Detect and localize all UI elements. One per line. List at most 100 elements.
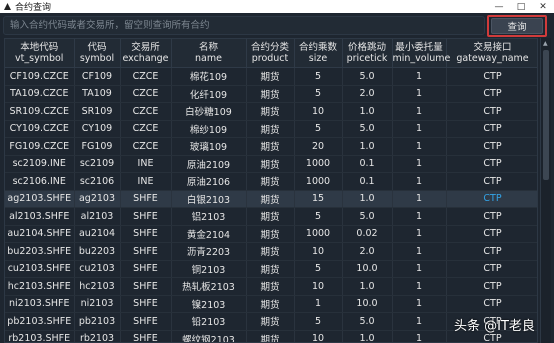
scrollbar-thumb[interactable]	[543, 50, 549, 180]
table-row[interactable]: FG109.CZCE FG109 CZCE 玻璃109 期货 20 1.0 1 CTP	[5, 137, 537, 156]
close-button[interactable]: ✕	[532, 0, 554, 13]
table-cell[interactable]: rb2103.SHFE	[5, 330, 75, 342]
table-cell[interactable]: CTP	[446, 225, 537, 243]
table-cell[interactable]: 期货	[246, 295, 295, 313]
table-cell[interactable]: 1000	[294, 225, 343, 243]
table-cell[interactable]: 0.1	[342, 155, 393, 173]
table-cell[interactable]: CTP	[446, 137, 537, 156]
table-row[interactable]: ni2103.SHFE ni2103 SHFE 镍2103 期货 1 10.0 1 CTP	[5, 295, 537, 313]
table-cell[interactable]: sc2109.INE	[5, 155, 75, 173]
minimize-button[interactable]: —	[488, 0, 510, 13]
table-cell[interactable]: 铅2103	[171, 312, 247, 331]
table-cell[interactable]: au2104	[74, 225, 121, 243]
table-cell[interactable]: SHFE	[120, 330, 172, 342]
table-cell[interactable]: 期货	[246, 242, 295, 261]
table-cell[interactable]: FG109	[74, 137, 121, 156]
column-header[interactable]: 交易所 exchange	[120, 39, 172, 68]
table-cell[interactable]: 1	[392, 155, 447, 173]
table-cell[interactable]: 1	[392, 172, 447, 191]
table-cell[interactable]: 白银2103	[171, 190, 247, 208]
table-cell[interactable]: 1	[294, 295, 343, 313]
table-cell[interactable]: bu2203	[74, 242, 121, 261]
table-row[interactable]: TA109.CZCE TA109 CZCE 化纤109 期货 5 2.0 1 CTP	[5, 85, 537, 103]
table-cell[interactable]: hc2103.SHFE	[5, 277, 75, 296]
table-cell[interactable]: 1	[392, 67, 447, 86]
column-header[interactable]: 交易接口 gateway_name	[446, 39, 537, 68]
column-header[interactable]: 最小委托量 min_volume	[392, 39, 450, 68]
table-cell[interactable]: 期货	[246, 190, 295, 208]
table-cell[interactable]: 1000	[294, 155, 343, 173]
table-cell[interactable]: 1.0	[342, 102, 393, 121]
table-cell[interactable]: 1	[392, 277, 447, 296]
table-cell[interactable]: 10	[294, 330, 343, 342]
table-cell[interactable]: 螺纹钢2103	[171, 330, 247, 342]
scroll-up-icon[interactable]: ▲	[543, 40, 548, 47]
table-cell[interactable]: CTP	[446, 207, 537, 226]
table-cell[interactable]: 2.0	[342, 85, 393, 103]
table-cell[interactable]: 5	[294, 207, 343, 226]
table-cell[interactable]: CZCE	[120, 102, 172, 121]
table-cell[interactable]: 期货	[246, 207, 295, 226]
table-row[interactable]: SR109.CZCE SR109 CZCE 白砂糖109 期货 10 1.0 1 CTP	[5, 102, 537, 121]
table-cell[interactable]: INE	[120, 155, 172, 173]
table-cell[interactable]: SHFE	[120, 242, 172, 261]
table-cell[interactable]: CTP	[446, 67, 537, 86]
table-cell[interactable]: SHFE	[120, 190, 172, 208]
table-cell[interactable]: CZCE	[120, 120, 172, 138]
table-cell[interactable]: 5	[294, 67, 343, 86]
table-cell[interactable]: 铜2103	[171, 260, 247, 278]
table-cell[interactable]: 期货	[246, 137, 295, 156]
table-cell[interactable]: cu2103.SHFE	[5, 260, 75, 278]
table-cell[interactable]: CTP	[446, 85, 537, 103]
table-cell[interactable]: ag2103	[74, 190, 121, 208]
table-cell[interactable]: 1	[392, 190, 447, 208]
table-cell[interactable]: 1	[392, 120, 447, 138]
table-cell[interactable]: SHFE	[120, 295, 172, 313]
table-cell[interactable]: 棉花109	[171, 67, 247, 86]
table-cell[interactable]: 黄金2104	[171, 225, 247, 243]
table-cell[interactable]: 期货	[246, 260, 295, 278]
table-cell[interactable]: CTP	[446, 242, 537, 261]
table-cell[interactable]: 10	[294, 102, 343, 121]
table-cell[interactable]: FG109.CZCE	[5, 137, 75, 156]
table-cell[interactable]: 1	[392, 225, 447, 243]
table-cell[interactable]: 1	[392, 312, 447, 331]
table-cell[interactable]: SR109	[74, 102, 121, 121]
table-cell[interactable]: al2103	[74, 207, 121, 226]
table-cell[interactable]: 5	[294, 85, 343, 103]
table-cell[interactable]: bu2203.SHFE	[5, 242, 75, 261]
table-cell[interactable]: 1	[392, 242, 447, 261]
table-cell[interactable]: hc2103	[74, 277, 121, 296]
table-row[interactable]: cu2103.SHFE cu2103 SHFE 铜2103 期货 5 10.0 1 CTP	[5, 260, 537, 278]
column-header[interactable]: 合约乘数 size	[294, 39, 343, 68]
table-cell[interactable]: 期货	[246, 120, 295, 138]
table-cell[interactable]: CTP	[446, 120, 537, 138]
table-cell[interactable]: 1	[392, 207, 447, 226]
table-cell[interactable]: CZCE	[120, 67, 172, 86]
table-cell[interactable]: 15	[294, 190, 343, 208]
table-cell[interactable]: SHFE	[120, 225, 172, 243]
table-cell[interactable]: SR109.CZCE	[5, 102, 75, 121]
table-cell[interactable]: 期货	[246, 225, 295, 243]
column-header[interactable]: 代码 symbol	[74, 39, 121, 68]
column-header[interactable]: 合约分类 product	[246, 39, 295, 68]
table-cell[interactable]: CTP	[446, 277, 537, 296]
table-cell[interactable]: ni2103	[74, 295, 121, 313]
table-cell[interactable]: TA109	[74, 85, 121, 103]
table-cell[interactable]: 期货	[246, 155, 295, 173]
table-cell[interactable]: ag2103.SHFE	[5, 190, 75, 208]
query-button[interactable]: 查询	[491, 18, 543, 34]
table-row[interactable]: au2104.SHFE au2104 SHFE 黄金2104 期货 1000 0.02 1 CT…	[5, 225, 537, 243]
table-cell[interactable]: 1	[392, 260, 447, 278]
table-cell[interactable]: 原油2106	[171, 172, 247, 191]
table-cell[interactable]: 0.1	[342, 172, 393, 191]
table-cell[interactable]: 10	[294, 277, 343, 296]
table-cell[interactable]: 期货	[246, 85, 295, 103]
table-cell[interactable]: 铝2103	[171, 207, 247, 226]
table-cell[interactable]: 期货	[246, 312, 295, 331]
table-cell[interactable]: 1	[392, 330, 447, 342]
table-cell[interactable]: CTP	[446, 102, 537, 121]
table-cell[interactable]: 2.0	[342, 242, 393, 261]
table-row[interactable]: hc2103.SHFE hc2103 SHFE 热轧板2103 期货 10 1.0 1 CTP	[5, 277, 537, 296]
table-cell[interactable]: sc2106	[74, 172, 121, 191]
